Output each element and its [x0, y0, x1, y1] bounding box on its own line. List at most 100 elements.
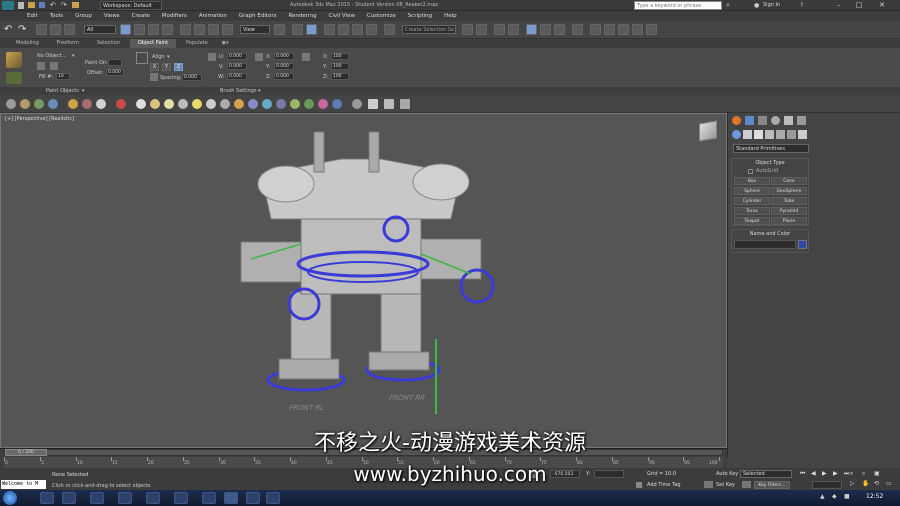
- tab-object-paint[interactable]: Object Paint: [129, 39, 177, 48]
- volume-icon[interactable]: ◆: [832, 493, 837, 500]
- menu-views[interactable]: Views: [99, 11, 125, 21]
- toolbar-icon-10[interactable]: [150, 99, 160, 109]
- toolbar-icon-15[interactable]: [220, 99, 230, 109]
- tab-selection[interactable]: Selection: [89, 39, 128, 48]
- redo-icon[interactable]: ↷: [18, 24, 26, 35]
- selection-filter-dropdown[interactable]: All: [84, 25, 116, 34]
- reference-coordinate-dropdown[interactable]: View: [240, 25, 270, 34]
- lights-icon[interactable]: [754, 130, 763, 139]
- cone-button[interactable]: Cone: [771, 177, 807, 185]
- object-name-input[interactable]: [734, 240, 796, 249]
- taskbar-app-icon-4[interactable]: [202, 492, 216, 504]
- taskbar-3dsmax-icon[interactable]: [224, 492, 238, 504]
- create-tab-icon[interactable]: [732, 116, 741, 125]
- toolbar-icon-25[interactable]: [368, 99, 378, 109]
- toolbar-icon-4[interactable]: [48, 99, 58, 109]
- display-tab-icon[interactable]: [784, 116, 793, 125]
- menu-scripting[interactable]: Scripting: [403, 11, 437, 21]
- render-iterative-icon[interactable]: [632, 24, 643, 35]
- menu-create[interactable]: Create: [127, 11, 155, 21]
- undo-icon[interactable]: ↶: [4, 24, 12, 35]
- toolbar-icon-1[interactable]: [6, 99, 16, 109]
- torus-button[interactable]: Torus: [734, 207, 770, 215]
- toolbar-icon-14[interactable]: [206, 99, 216, 109]
- x-input[interactable]: 0.000: [274, 53, 294, 60]
- z-axis-button[interactable]: Z: [174, 63, 183, 71]
- y-axis-button[interactable]: Y: [162, 63, 171, 71]
- user-icon[interactable]: ●: [754, 1, 759, 10]
- menu-group[interactable]: Group: [70, 11, 97, 21]
- edit-object-list-icon[interactable]: [50, 62, 58, 70]
- redo-icon[interactable]: ↷: [61, 2, 67, 9]
- systems-icon[interactable]: [798, 130, 807, 139]
- maximize-button[interactable]: □: [850, 1, 868, 9]
- sphere-button[interactable]: Sphere: [734, 187, 770, 195]
- menu-help[interactable]: Help: [439, 11, 462, 21]
- rectangular-selection-icon[interactable]: [148, 24, 159, 35]
- project-folder-icon[interactable]: [72, 2, 79, 8]
- app-logo-icon[interactable]: [2, 1, 14, 10]
- taskbar-ie-icon[interactable]: [40, 492, 54, 504]
- select-and-link-icon[interactable]: [36, 24, 47, 35]
- pick-object-icon[interactable]: [37, 62, 45, 70]
- named-selection-dropdown[interactable]: Create Selection Se: [402, 25, 456, 34]
- select-by-name-icon[interactable]: [134, 24, 145, 35]
- toolbar-icon-5[interactable]: [68, 99, 78, 109]
- pyramid-button[interactable]: Pyramid: [771, 207, 807, 215]
- toolbar-icon-12[interactable]: [178, 99, 188, 109]
- start-button[interactable]: [3, 491, 17, 505]
- workspace-dropdown[interactable]: Workspace: Default: [100, 1, 162, 10]
- y-input[interactable]: 0.000: [274, 63, 294, 70]
- plane-button[interactable]: Plane: [771, 217, 807, 225]
- z-input[interactable]: 0.000: [274, 73, 294, 80]
- graphite-toolbar-icon[interactable]: [526, 24, 537, 35]
- chevron-down-icon[interactable]: ▾: [82, 88, 85, 94]
- close-button[interactable]: ✕: [870, 1, 894, 9]
- object-type-header[interactable]: Object Type: [732, 160, 808, 166]
- undo-icon[interactable]: ↶: [50, 2, 56, 9]
- toolbar-icon-17[interactable]: [248, 99, 258, 109]
- select-and-rotate-icon[interactable]: [194, 24, 205, 35]
- taskbar-media-icon[interactable]: [90, 492, 104, 504]
- angle-snap-icon[interactable]: [338, 24, 349, 35]
- menu-tools[interactable]: Tools: [45, 11, 69, 21]
- select-object-icon[interactable]: [120, 24, 131, 35]
- curve-editor-icon[interactable]: [540, 24, 551, 35]
- paint-on-dropdown[interactable]: [108, 59, 122, 66]
- toolbar-icon-2[interactable]: [20, 99, 30, 109]
- cameras-icon[interactable]: [765, 130, 774, 139]
- box-button[interactable]: Box: [734, 177, 770, 185]
- teapot-button[interactable]: Teapot: [734, 217, 770, 225]
- toolbar-icon-20[interactable]: [290, 99, 300, 109]
- bind-to-space-warp-icon[interactable]: [64, 24, 75, 35]
- tab-populate[interactable]: Populate: [178, 39, 216, 48]
- brush-settings-panel-label[interactable]: Brush Settings: [220, 88, 257, 94]
- mirror-icon[interactable]: [462, 24, 473, 35]
- color-swatch[interactable]: [798, 240, 807, 249]
- toolbar-icon-8[interactable]: [116, 99, 126, 109]
- network-icon[interactable]: ▲: [820, 493, 825, 500]
- mech-model[interactable]: [1, 114, 726, 447]
- align-chevron-icon[interactable]: ▾: [167, 54, 170, 60]
- save-file-icon[interactable]: [39, 2, 45, 8]
- window-crossing-icon[interactable]: [162, 24, 173, 35]
- render-setup-icon[interactable]: [590, 24, 601, 35]
- rendered-frame-window-icon[interactable]: [604, 24, 615, 35]
- scale-z-input[interactable]: 100: [331, 73, 349, 80]
- align-icon[interactable]: [136, 52, 148, 64]
- chevron-down-icon[interactable]: ▾: [258, 88, 261, 94]
- offset-xyz-icon[interactable]: [208, 53, 216, 61]
- toolbar-icon-6[interactable]: [82, 99, 92, 109]
- menu-graph-editors[interactable]: Graph Editors: [234, 11, 282, 21]
- select-and-place-icon[interactable]: [222, 24, 233, 35]
- percent-snap-icon[interactable]: [352, 24, 363, 35]
- v-input[interactable]: 0.000: [227, 63, 247, 70]
- scale-icon[interactable]: [302, 53, 310, 61]
- toolbar-icon-27[interactable]: [400, 99, 410, 109]
- perspective-viewport[interactable]: [+] [Perspective] [Realistic] FRONT RL F…: [0, 113, 727, 448]
- toolbar-icon-21[interactable]: [304, 99, 314, 109]
- x-axis-button[interactable]: X: [150, 63, 159, 71]
- layer-explorer-icon[interactable]: [494, 24, 505, 35]
- no-object-dropdown[interactable]: No Object...: [37, 53, 66, 59]
- menu-animation[interactable]: Animation: [194, 11, 232, 21]
